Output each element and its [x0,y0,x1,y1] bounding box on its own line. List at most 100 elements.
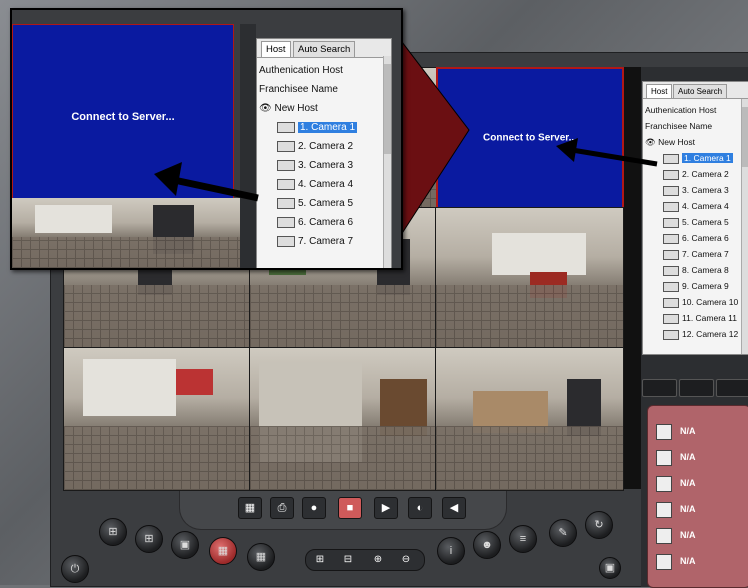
tree-camera[interactable]: 5. Camera 5 [259,194,381,213]
zoom-controls: ⊞ ⊟ ⊕ ⊖ [305,549,425,571]
camera-icon [277,178,295,190]
document-icon: ≡ [519,533,527,545]
user-button[interactable]: ☻ [473,531,501,559]
layout-9-button[interactable]: ▦ [209,537,237,565]
snapshot-icon: ▦ [244,502,256,514]
zoomed-device-tree-panel: Host Auto Search Authenication Host Fran… [256,38,392,268]
tab-host[interactable]: Host [646,84,673,98]
tab-auto-search[interactable]: Auto Search [673,84,728,98]
tree-camera[interactable]: 3. Camera 3 [259,156,381,175]
camera-feed-9[interactable] [435,347,624,491]
tab-host[interactable]: Host [261,41,291,57]
camera-icon [277,121,295,133]
print-button[interactable]: ⎙ [270,497,294,519]
speaker-button[interactable]: ◀ [442,497,466,519]
tree-camera[interactable]: 4. Camera 4 [259,175,381,194]
status-row: N/A [656,552,744,572]
stop-icon: ■ [346,502,354,514]
remove-channel-icon[interactable]: ⊟ [340,552,356,568]
stop-button[interactable]: ■ [338,497,362,519]
zoom-in-icon[interactable]: ⊕ [370,552,386,568]
add-channel-icon[interactable]: ⊞ [312,552,328,568]
camera-icon [277,140,295,152]
tree-scrollbar[interactable] [741,99,748,354]
playback-control-bar: ▦ ⎙ ● ■ ▶ ◐ ◀ [179,491,507,530]
audio-button[interactable]: ◐ [408,497,432,519]
zoom-connector [399,38,470,238]
tree-camera[interactable]: 6. Camera 6 [645,230,741,246]
tree-camera[interactable]: 10. Camera 10 [645,294,741,310]
search-button[interactable]: ≡ [509,525,537,553]
sidebar-small-buttons [642,379,748,397]
camera-icon [663,313,679,324]
tree-camera[interactable]: 6. Camera 6 [259,213,381,232]
zoomed-tree-tabs: Host Auto Search [257,39,391,58]
scrollbar-thumb[interactable] [384,64,391,154]
layout-1x1-button[interactable]: ⊞ [99,518,127,546]
tree-camera[interactable]: 2. Camera 2 [259,137,381,156]
camera-icon [663,185,679,196]
tree-camera[interactable]: 12. Camera 12 [645,326,741,342]
zoomed-divider [240,24,256,268]
tree-auth-host[interactable]: Authenication Host [259,61,381,80]
power-icon: ⏻ [70,563,80,575]
info-button[interactable]: i [437,537,465,565]
record-button[interactable]: ● [302,497,326,519]
fullscreen-button[interactable]: ▣ [599,557,621,579]
tree-camera[interactable]: 5. Camera 5 [645,214,741,230]
tree-tabs: Host Auto Search [643,82,748,99]
sidebar-button-3[interactable] [716,379,748,397]
tree-scrollbar[interactable] [383,56,391,268]
camera-icon [277,235,295,247]
eye-icon: 👁 [259,103,272,114]
tree-camera[interactable]: 3. Camera 3 [645,182,741,198]
device-status-panel: N/A N/A N/A N/A N/A N/A [647,405,748,588]
sidebar-button-2[interactable] [679,379,714,397]
arrow-pointer-left [154,162,259,202]
camera-icon [663,297,679,308]
play-button[interactable]: ▶ [374,497,398,519]
camera-icon [277,197,295,209]
tree-auth-host[interactable]: Authenication Host [645,102,741,118]
grid-1-icon: ⊞ [108,526,118,538]
snapshot-button[interactable]: ▦ [238,497,262,519]
refresh-button[interactable]: ↻ [585,511,613,539]
layout-16-button[interactable]: ▦ [247,543,275,571]
camera-icon [663,153,679,164]
layout-6-button[interactable]: ▣ [171,531,199,559]
tree-host[interactable]: 👁 New Host [259,99,381,118]
camera-icon [663,233,679,244]
tree-camera[interactable]: 1. Camera 1 [259,118,381,137]
camera-icon [663,217,679,228]
tree-camera[interactable]: 4. Camera 4 [645,198,741,214]
status-row: N/A [656,422,744,442]
fullscreen-icon: ▣ [604,562,616,574]
camera-feed-8[interactable] [249,347,437,491]
tree-franchisee[interactable]: Franchisee Name [259,80,381,99]
tree-franchisee[interactable]: Franchisee Name [645,118,741,134]
refresh-icon: ↻ [594,519,604,531]
camera-icon [277,159,295,171]
scrollbar-thumb[interactable] [742,107,748,167]
camera-icon [663,169,679,180]
motion-icon [656,554,672,570]
tree-camera[interactable]: 7. Camera 7 [259,232,381,251]
zoom-out-icon[interactable]: ⊖ [398,552,414,568]
arrow-pointer-right [556,138,658,167]
camera-feed-7[interactable] [63,347,251,491]
tab-auto-search[interactable]: Auto Search [293,41,356,57]
tree-camera[interactable]: 7. Camera 7 [645,246,741,262]
zoomed-view: Connect to Server... Host Auto Search Au… [10,8,403,270]
tree-camera[interactable]: 9. Camera 9 [645,278,741,294]
sidebar-button-1[interactable] [642,379,677,397]
power-button[interactable]: ⏻ [61,555,89,583]
tree-camera[interactable]: 8. Camera 8 [645,262,741,278]
tree-camera[interactable]: 11. Camera 11 [645,310,741,326]
layout-4-button[interactable]: ⊞ [135,525,163,553]
settings-button[interactable]: ✎ [549,519,577,547]
camera-icon [663,265,679,276]
grid-9-icon: ▦ [217,545,229,557]
grid-4-icon: ⊞ [144,533,154,545]
camera-icon [663,201,679,212]
audio-icon: ◐ [416,502,424,514]
